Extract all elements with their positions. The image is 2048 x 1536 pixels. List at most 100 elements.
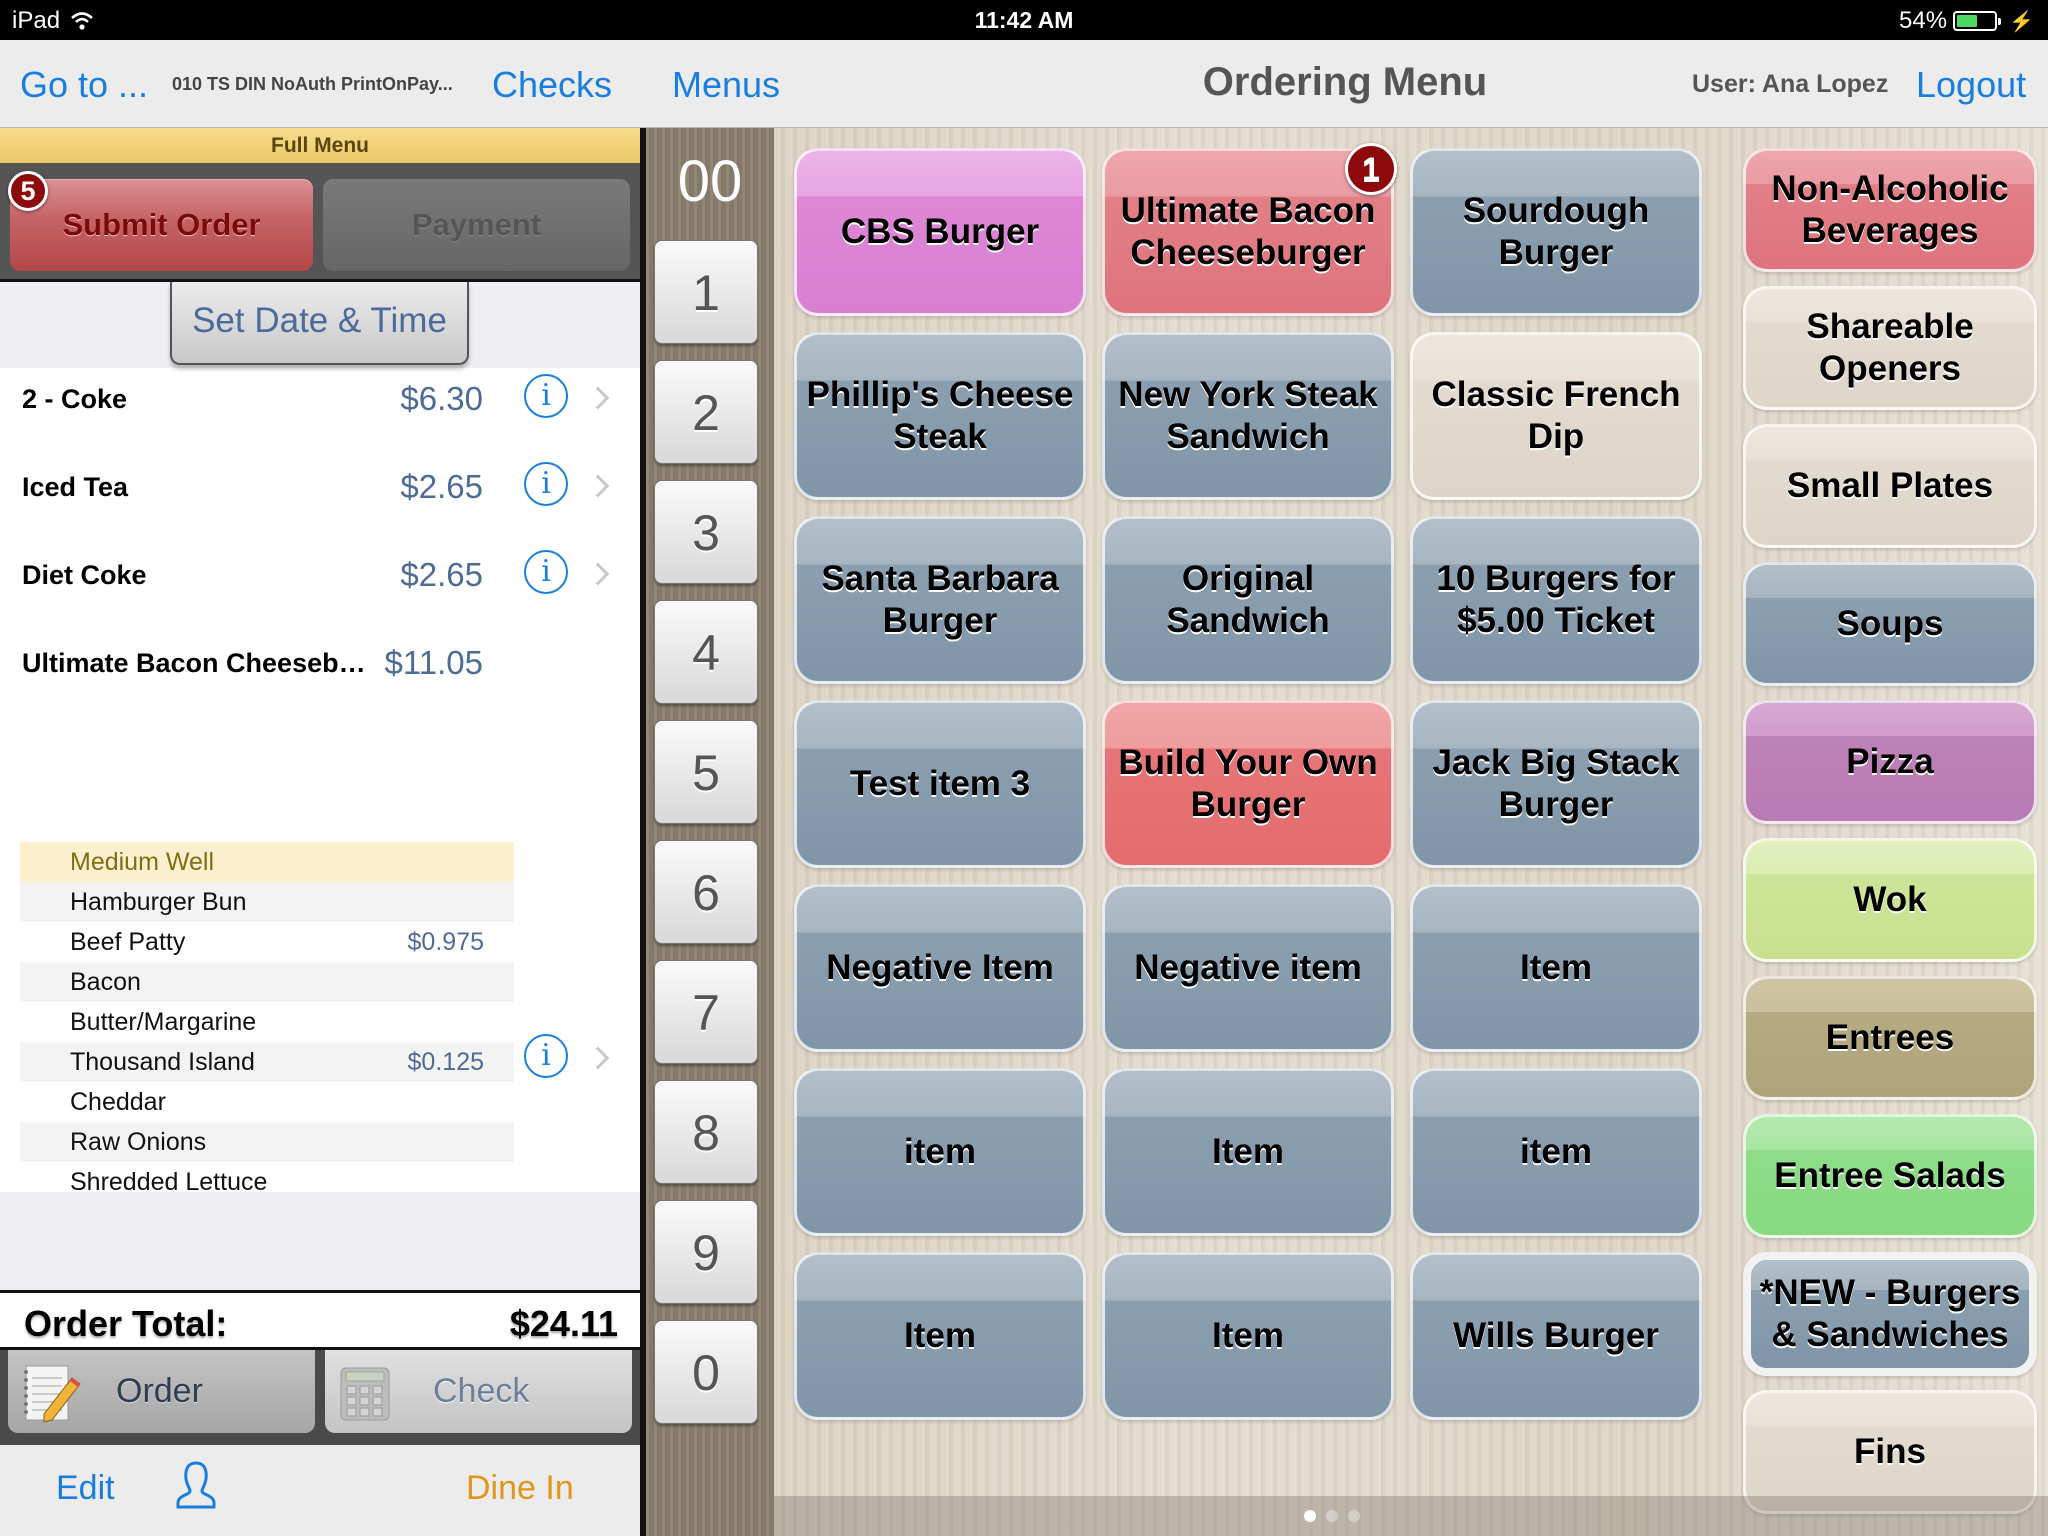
chevron-right-icon[interactable] bbox=[586, 386, 610, 410]
menu-item-button[interactable]: Item bbox=[1102, 1068, 1394, 1236]
menu-item-button[interactable]: item bbox=[1410, 1068, 1702, 1236]
dine-in-button[interactable]: Dine In bbox=[466, 1469, 574, 1508]
numpad-key-7[interactable]: 7 bbox=[654, 960, 758, 1064]
quantity-display: 00 bbox=[677, 149, 743, 214]
chevron-right-icon[interactable] bbox=[586, 1046, 610, 1070]
info-icon[interactable]: i bbox=[524, 462, 568, 506]
modifier-row[interactable]: Thousand Island $0.125 bbox=[20, 1042, 514, 1082]
menu-item-button[interactable]: Sourdough Burger bbox=[1410, 148, 1702, 316]
page-dot[interactable] bbox=[1326, 1510, 1338, 1522]
modifier-row[interactable]: Medium Well bbox=[20, 842, 514, 882]
menu-item-button[interactable]: Build Your Own Burger bbox=[1102, 700, 1394, 868]
category-button[interactable]: Entree Salads bbox=[1743, 1114, 2037, 1238]
tab-check[interactable]: Check bbox=[325, 1350, 632, 1433]
edit-button[interactable]: Edit bbox=[56, 1469, 115, 1508]
category-button[interactable]: Entrees bbox=[1743, 976, 2037, 1100]
numpad-key-3[interactable]: 3 bbox=[654, 480, 758, 584]
category-button[interactable]: *NEW - Burgers & Sandwiches bbox=[1743, 1252, 2037, 1376]
set-date-time-button[interactable]: Set Date & Time bbox=[170, 282, 469, 365]
menu-item-button[interactable]: item bbox=[794, 1068, 1086, 1236]
chevron-right-icon[interactable] bbox=[586, 474, 610, 498]
menu-item-button[interactable]: 10 Burgers for $5.00 Ticket bbox=[1410, 516, 1702, 684]
numpad: 00 1 2 3 4 5 6 7 8 9 0 bbox=[646, 128, 774, 1536]
modifier-row[interactable]: Cheddar bbox=[20, 1082, 514, 1122]
info-icon[interactable]: i bbox=[524, 374, 568, 418]
menu-item-button[interactable]: Negative item bbox=[1102, 884, 1394, 1052]
category-button[interactable]: Soups bbox=[1743, 562, 2037, 686]
bottom-toolbar: Edit Dine In bbox=[0, 1445, 640, 1536]
order-item-row[interactable]: Diet Coke $2.65 i bbox=[0, 544, 640, 604]
modifier-row[interactable]: Hamburger Bun bbox=[20, 882, 514, 922]
category-button[interactable]: Non-Alcoholic Beverages bbox=[1743, 148, 2037, 272]
numpad-key-1[interactable]: 1 bbox=[654, 240, 758, 344]
category-button[interactable]: Wok bbox=[1743, 838, 2037, 962]
modifier-row[interactable]: Beef Patty $0.975 bbox=[20, 922, 514, 962]
numpad-key-9[interactable]: 9 bbox=[654, 1200, 758, 1304]
category-button[interactable]: Pizza bbox=[1743, 700, 2037, 824]
menu-item-label: Negative item bbox=[1134, 948, 1362, 987]
order-item-row[interactable]: 2 - Coke $6.30 i bbox=[0, 368, 640, 428]
calculator-icon bbox=[340, 1367, 390, 1421]
category-label: Small Plates bbox=[1786, 466, 1994, 505]
tab-order[interactable]: Order bbox=[8, 1350, 315, 1433]
payment-button[interactable]: Payment bbox=[323, 179, 630, 271]
info-icon[interactable]: i bbox=[524, 1034, 568, 1078]
menu-item-button[interactable]: Ultimate Bacon Cheeseburger 1 bbox=[1102, 143, 1397, 316]
menu-item-label: Jack Big Stack Burger bbox=[1432, 743, 1680, 824]
menu-item-button[interactable]: Item bbox=[794, 1252, 1086, 1420]
order-item-row[interactable]: Ultimate Bacon Cheeseb… $11.05 bbox=[0, 632, 640, 692]
numpad-key-0[interactable]: 0 bbox=[654, 1320, 758, 1424]
modifier-name: Cheddar bbox=[70, 1088, 166, 1116]
menu-item-button[interactable]: Phillip's Cheese Steak bbox=[794, 332, 1086, 500]
page-dot[interactable] bbox=[1348, 1510, 1360, 1522]
date-band: Set Date & Time bbox=[0, 282, 640, 368]
submit-order-button[interactable]: Submit Order bbox=[10, 179, 313, 271]
menu-item-button[interactable]: Negative Item bbox=[794, 884, 1086, 1052]
page-dot[interactable] bbox=[1304, 1510, 1316, 1522]
menu-item-button[interactable]: Santa Barbara Burger bbox=[794, 516, 1086, 684]
modifier-row[interactable]: Raw Onions bbox=[20, 1122, 514, 1162]
numpad-key-6[interactable]: 6 bbox=[654, 840, 758, 944]
modifier-row[interactable]: Butter/Margarine bbox=[20, 1002, 514, 1042]
menu-item-label: Ultimate Bacon Cheeseburger bbox=[1120, 191, 1376, 272]
numpad-key-2[interactable]: 2 bbox=[654, 360, 758, 464]
menu-item-label: Item bbox=[1212, 1316, 1284, 1355]
menu-item-button[interactable]: Jack Big Stack Burger bbox=[1410, 700, 1702, 868]
menu-item-button[interactable]: Classic French Dip bbox=[1410, 332, 1702, 500]
menu-item-label: Santa Barbara Burger bbox=[821, 559, 1059, 640]
category-label: Fins bbox=[1854, 1432, 1926, 1471]
chevron-right-icon[interactable] bbox=[586, 562, 610, 586]
order-items-list: 2 - Coke $6.30 i Iced Tea $2.65 i Diet Cok… bbox=[0, 368, 640, 1322]
menu-item-button[interactable]: Wills Burger bbox=[1410, 1252, 1702, 1420]
menu-item-label: Negative Item bbox=[826, 948, 1054, 987]
nav-bar: Go to ... 010 TS DIN NoAuth PrintOnPay..… bbox=[0, 40, 2048, 128]
menu-item-button[interactable]: Item bbox=[1102, 1252, 1394, 1420]
status-bar: iPad 11:42 AM 54% ⚡ bbox=[0, 0, 2048, 40]
category-label: Soups bbox=[1836, 604, 1944, 643]
menu-item-button[interactable]: CBS Burger bbox=[794, 148, 1086, 316]
numpad-key-4[interactable]: 4 bbox=[654, 600, 758, 704]
guest-person-icon[interactable] bbox=[172, 1459, 220, 1511]
menu-item-label: New York Steak Sandwich bbox=[1118, 375, 1378, 456]
category-button[interactable]: Shareable Openers bbox=[1743, 286, 2037, 410]
item-count-badge: 1 bbox=[1345, 143, 1397, 195]
menu-item-button[interactable]: New York Steak Sandwich bbox=[1102, 332, 1394, 500]
category-label: Pizza bbox=[1846, 742, 1934, 781]
numpad-key-5[interactable]: 5 bbox=[654, 720, 758, 824]
charging-icon: ⚡ bbox=[2009, 10, 2034, 33]
menu-item-button[interactable]: Original Sandwich bbox=[1102, 516, 1394, 684]
numpad-key-8[interactable]: 8 bbox=[654, 1080, 758, 1184]
info-icon[interactable]: i bbox=[524, 550, 568, 594]
category-button[interactable]: Small Plates bbox=[1743, 424, 2037, 548]
modifier-price: $0.125 bbox=[407, 1048, 484, 1076]
notepad-pencil-icon bbox=[24, 1365, 81, 1423]
submit-order-label: Submit Order bbox=[62, 207, 261, 242]
menu-item-label: Item bbox=[1520, 948, 1592, 987]
modifier-row[interactable]: Bacon bbox=[20, 962, 514, 1002]
category-label: Entree Salads bbox=[1774, 1156, 2006, 1195]
order-item-row[interactable]: Iced Tea $2.65 i bbox=[0, 456, 640, 516]
action-bar: Submit Order 5 Payment bbox=[0, 165, 640, 282]
menu-item-button[interactable]: Test item 3 bbox=[794, 700, 1086, 868]
logout-button[interactable]: Logout bbox=[1916, 64, 2026, 106]
menu-item-button[interactable]: Item bbox=[1410, 884, 1702, 1052]
